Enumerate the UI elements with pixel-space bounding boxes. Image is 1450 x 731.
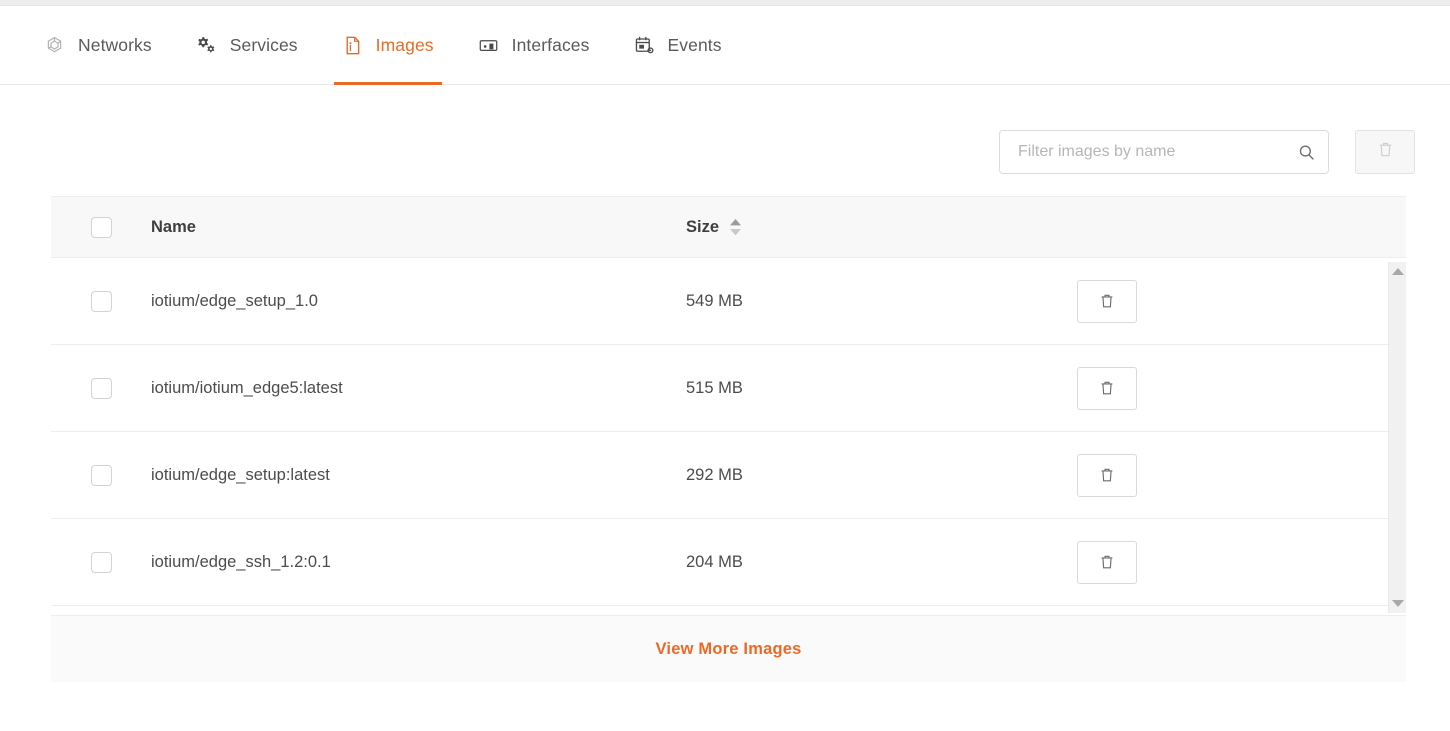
tab-services[interactable]: Services bbox=[174, 7, 320, 85]
row-actions bbox=[1031, 540, 1406, 584]
image-size: 549 MB bbox=[686, 291, 743, 310]
row-checkbox-cell[interactable] bbox=[51, 377, 151, 399]
row-actions bbox=[1031, 453, 1406, 497]
row-checkbox[interactable] bbox=[90, 551, 112, 573]
tab-images[interactable]: Images bbox=[320, 7, 456, 85]
gears-icon bbox=[196, 35, 217, 56]
column-header-size-label: Size bbox=[686, 217, 720, 236]
column-header-name[interactable]: Name bbox=[151, 218, 686, 237]
image-size: 204 MB bbox=[686, 552, 743, 571]
image-size: 292 MB bbox=[686, 465, 743, 484]
images-table: Name Size iotium/edge_setup_1.0 549 MB i… bbox=[51, 196, 1406, 606]
tab-label: Interfaces bbox=[511, 35, 590, 55]
row-checkbox[interactable] bbox=[90, 464, 112, 486]
table-row[interactable]: iotium/iotium_edge5:latest 515 MB bbox=[51, 345, 1406, 432]
bulk-delete-button[interactable] bbox=[1355, 130, 1415, 174]
scroll-down-arrow-icon[interactable] bbox=[1391, 600, 1404, 607]
row-checkbox[interactable] bbox=[90, 377, 112, 399]
delete-image-button[interactable] bbox=[1077, 540, 1137, 584]
document-icon bbox=[342, 35, 363, 56]
delete-image-button[interactable] bbox=[1077, 453, 1137, 497]
row-actions bbox=[1031, 279, 1406, 323]
row-checkbox-cell[interactable] bbox=[51, 290, 151, 312]
top-strip bbox=[0, 0, 1450, 6]
table-footer: View More Images bbox=[51, 615, 1406, 682]
tab-label: Images bbox=[375, 35, 434, 55]
row-actions bbox=[1031, 366, 1406, 410]
select-all-checkbox[interactable] bbox=[90, 216, 112, 238]
tab-interfaces[interactable]: Interfaces bbox=[456, 7, 612, 85]
tab-label: Services bbox=[229, 35, 298, 55]
row-checkbox-cell[interactable] bbox=[51, 464, 151, 486]
view-more-images-link[interactable]: View More Images bbox=[656, 640, 802, 659]
column-header-name-label: Name bbox=[151, 217, 196, 236]
filter-images-field[interactable] bbox=[999, 130, 1329, 174]
row-checkbox-cell[interactable] bbox=[51, 551, 151, 573]
column-header-size[interactable]: Size bbox=[686, 218, 1031, 237]
delete-image-button[interactable] bbox=[1077, 279, 1137, 323]
table-row[interactable]: iotium/edge_ssh_1.2:0.1 204 MB bbox=[51, 519, 1406, 606]
table-row[interactable]: iotium/edge_setup:latest 292 MB bbox=[51, 432, 1406, 519]
tab-events[interactable]: Events bbox=[612, 7, 744, 85]
tab-label: Networks bbox=[78, 35, 152, 55]
delete-image-button[interactable] bbox=[1077, 366, 1137, 410]
table-header-row: Name Size bbox=[51, 196, 1406, 258]
table-scrollbar[interactable] bbox=[1388, 262, 1406, 613]
tab-bar: Networks Services Images Interfaces Even… bbox=[0, 7, 1450, 85]
scroll-up-arrow-icon[interactable] bbox=[1391, 268, 1404, 275]
image-size: 515 MB bbox=[686, 378, 743, 397]
tab-label: Events bbox=[667, 35, 722, 55]
table-row[interactable]: iotium/edge_setup_1.0 549 MB bbox=[51, 258, 1406, 345]
table-toolbar bbox=[0, 130, 1450, 186]
search-icon[interactable] bbox=[1296, 142, 1316, 162]
image-name: iotium/edge_setup:latest bbox=[151, 465, 330, 484]
calendar-gear-icon bbox=[634, 35, 655, 56]
search-input[interactable] bbox=[1016, 142, 1296, 162]
image-name: iotium/edge_setup_1.0 bbox=[151, 291, 318, 310]
tab-networks[interactable]: Networks bbox=[22, 7, 174, 85]
sort-toggle-icon[interactable] bbox=[730, 218, 742, 236]
image-name: iotium/iotium_edge5:latest bbox=[151, 378, 343, 397]
active-tab-indicator bbox=[333, 81, 442, 85]
image-name: iotium/edge_ssh_1.2:0.1 bbox=[151, 552, 331, 571]
network-nodes-icon bbox=[44, 35, 65, 56]
row-checkbox[interactable] bbox=[90, 290, 112, 312]
trash-icon bbox=[1376, 140, 1395, 164]
select-all-checkbox-cell[interactable] bbox=[51, 216, 151, 238]
port-icon bbox=[478, 35, 499, 56]
